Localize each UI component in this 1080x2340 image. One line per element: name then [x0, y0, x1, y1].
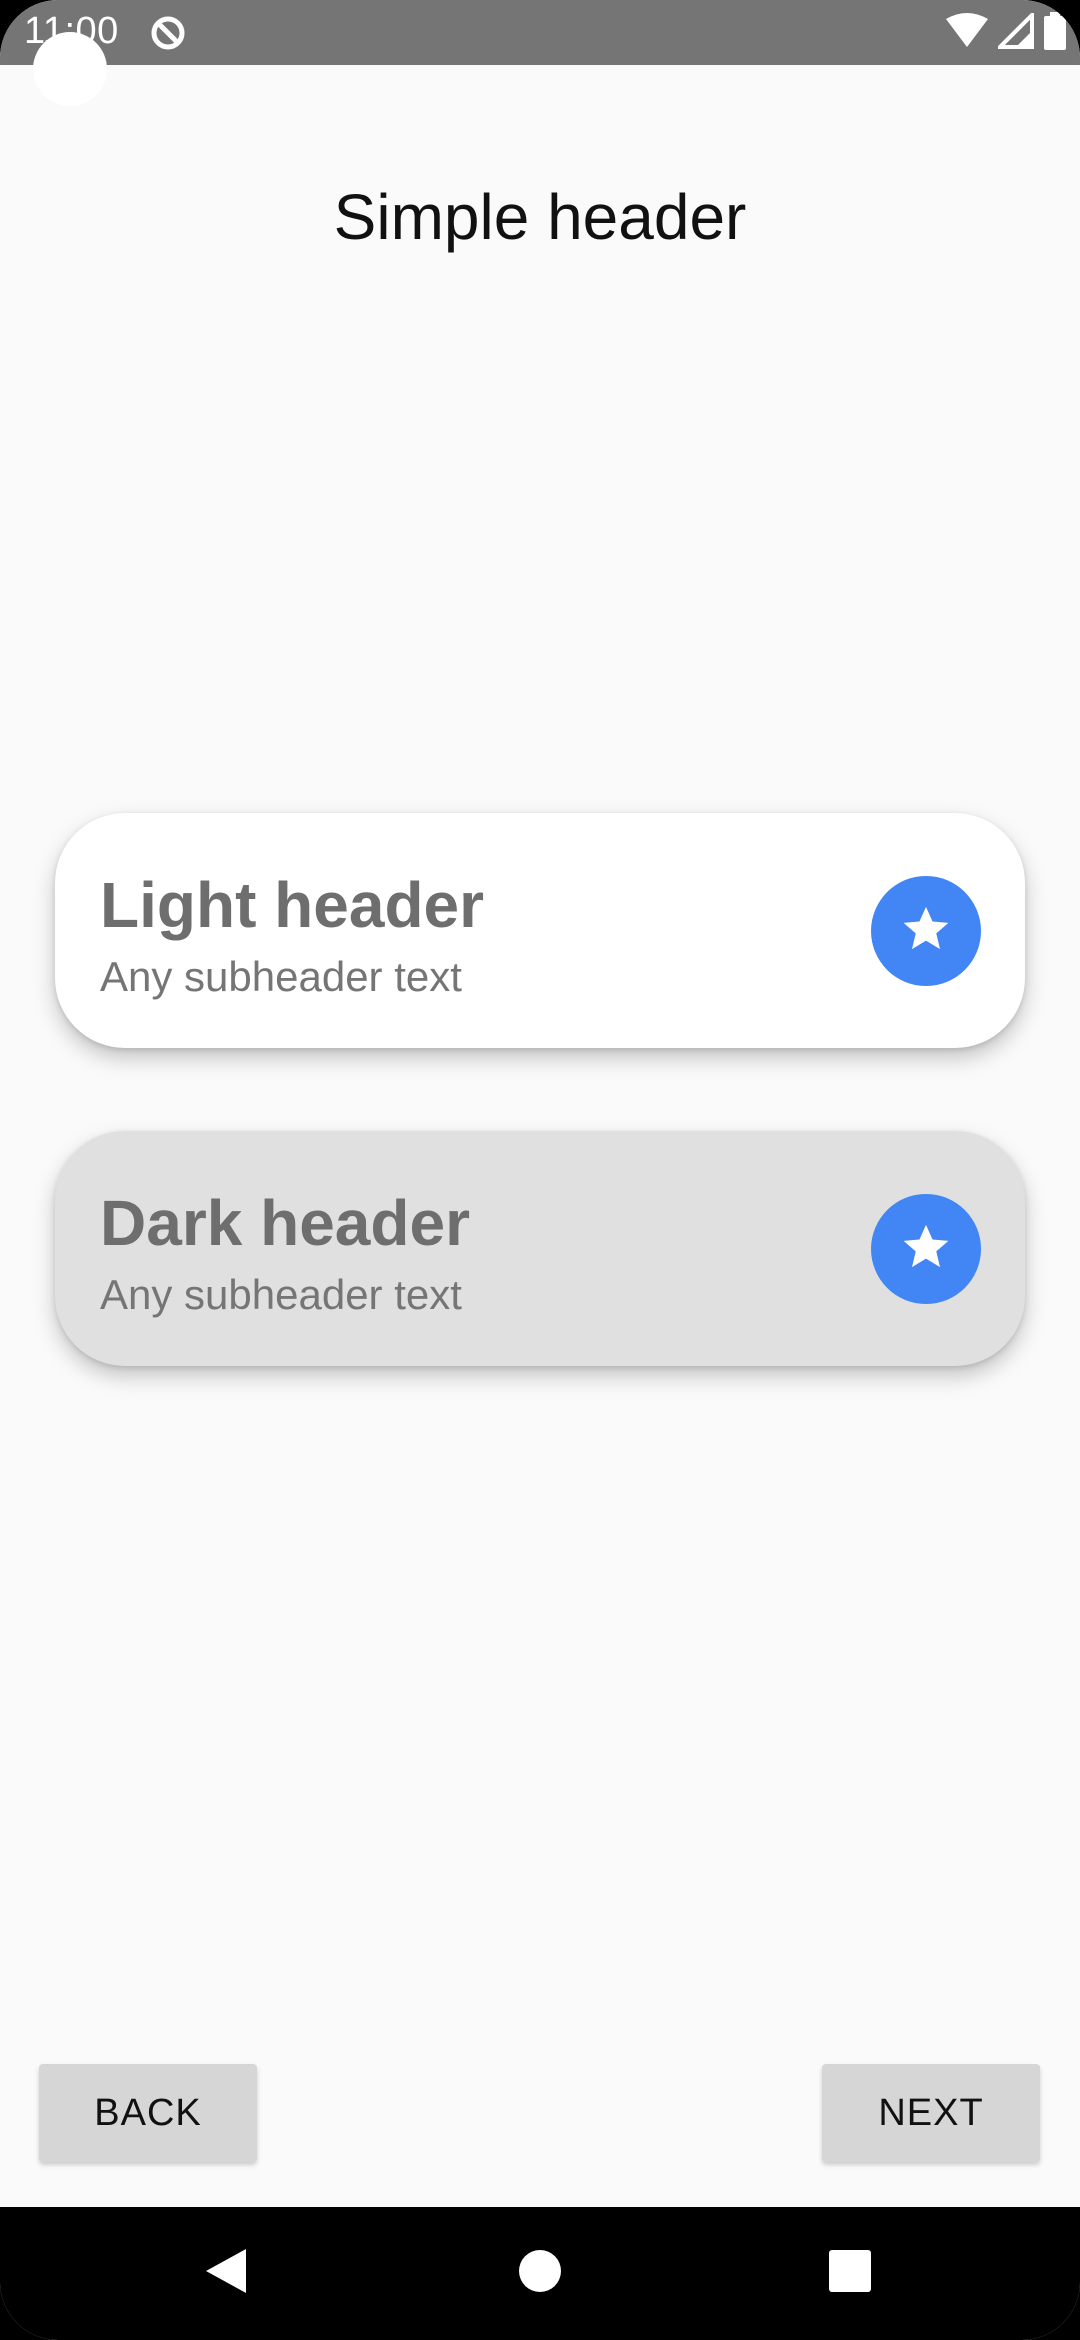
next-button[interactable]: NEXT	[822, 2064, 1040, 2162]
card-subtitle: Any subheader text	[100, 1271, 462, 1318]
recents-square-icon	[828, 2249, 872, 2298]
dark-header-card[interactable]: Dark header Any subheader text	[55, 1131, 1025, 1366]
card-title: Light header	[100, 869, 485, 941]
status-icons	[946, 9, 1066, 55]
system-recents-button[interactable]	[780, 2207, 920, 2340]
system-home-button[interactable]	[470, 2207, 610, 2340]
star-icon	[898, 901, 954, 962]
star-button[interactable]	[871, 876, 981, 986]
app-screen: 11:00 Simple header Light header Any sub…	[0, 0, 1080, 2340]
light-header-card[interactable]: Light header Any subheader text	[55, 813, 1025, 1048]
wifi-icon	[946, 12, 988, 54]
system-back-button[interactable]	[156, 2207, 296, 2340]
home-circle-icon	[518, 2249, 562, 2298]
card-title: Dark header	[100, 1187, 470, 1259]
page-title: Simple header	[333, 181, 747, 253]
star-icon	[898, 1219, 954, 1280]
signal-icon	[995, 9, 1034, 54]
system-navigation-bar	[0, 2207, 1080, 2340]
camera-cutout	[33, 32, 107, 106]
battery-icon	[1044, 11, 1066, 55]
star-button[interactable]	[871, 1194, 981, 1304]
sync-icon	[148, 13, 188, 53]
card-subtitle: Any subheader text	[100, 953, 462, 1000]
back-triangle-icon	[204, 2247, 248, 2300]
back-button[interactable]: BACK	[39, 2064, 257, 2162]
status-bar: 11:00	[0, 0, 1080, 65]
